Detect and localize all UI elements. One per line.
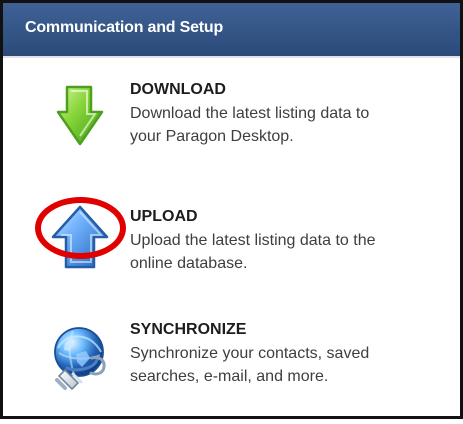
download-arrow-icon	[43, 77, 119, 153]
synchronize-description-line: searches, e-mail, and more.	[130, 368, 329, 385]
upload-description-line: online database.	[130, 255, 248, 272]
synchronize-text: SYNCHRONIZE Synchronize your contacts, s…	[130, 319, 455, 388]
download-option[interactable]: DOWNLOAD Download the latest listing dat…	[3, 61, 460, 181]
upload-title: UPLOAD	[130, 208, 198, 225]
communication-setup-panel: Communication and Setup DOWNLOAD Downloa…	[0, 0, 463, 419]
download-description: Download the latest listing data to your…	[130, 102, 455, 148]
upload-description: Upload the latest listing data to the on…	[130, 229, 455, 275]
download-description-line: Download the latest listing data to	[130, 105, 370, 122]
synchronize-description: Synchronize your contacts, saved searche…	[130, 342, 455, 388]
synchronize-option[interactable]: SYNCHRONIZE Synchronize your contacts, s…	[3, 304, 460, 424]
panel-header: Communication and Setup	[3, 3, 460, 58]
sync-globe-icon	[43, 321, 119, 397]
download-text: DOWNLOAD Download the latest listing dat…	[130, 79, 455, 148]
upload-option[interactable]: UPLOAD Upload the latest listing data to…	[3, 189, 460, 309]
download-title: DOWNLOAD	[130, 81, 226, 98]
upload-arrow-icon	[43, 200, 119, 276]
panel-title: Communication and Setup	[25, 19, 224, 36]
synchronize-description-line: Synchronize your contacts, saved	[130, 345, 370, 362]
download-description-line: your Paragon Desktop.	[130, 128, 294, 145]
upload-description-line: Upload the latest listing data to the	[130, 232, 376, 249]
synchronize-title: SYNCHRONIZE	[130, 321, 247, 338]
upload-text: UPLOAD Upload the latest listing data to…	[130, 206, 455, 275]
